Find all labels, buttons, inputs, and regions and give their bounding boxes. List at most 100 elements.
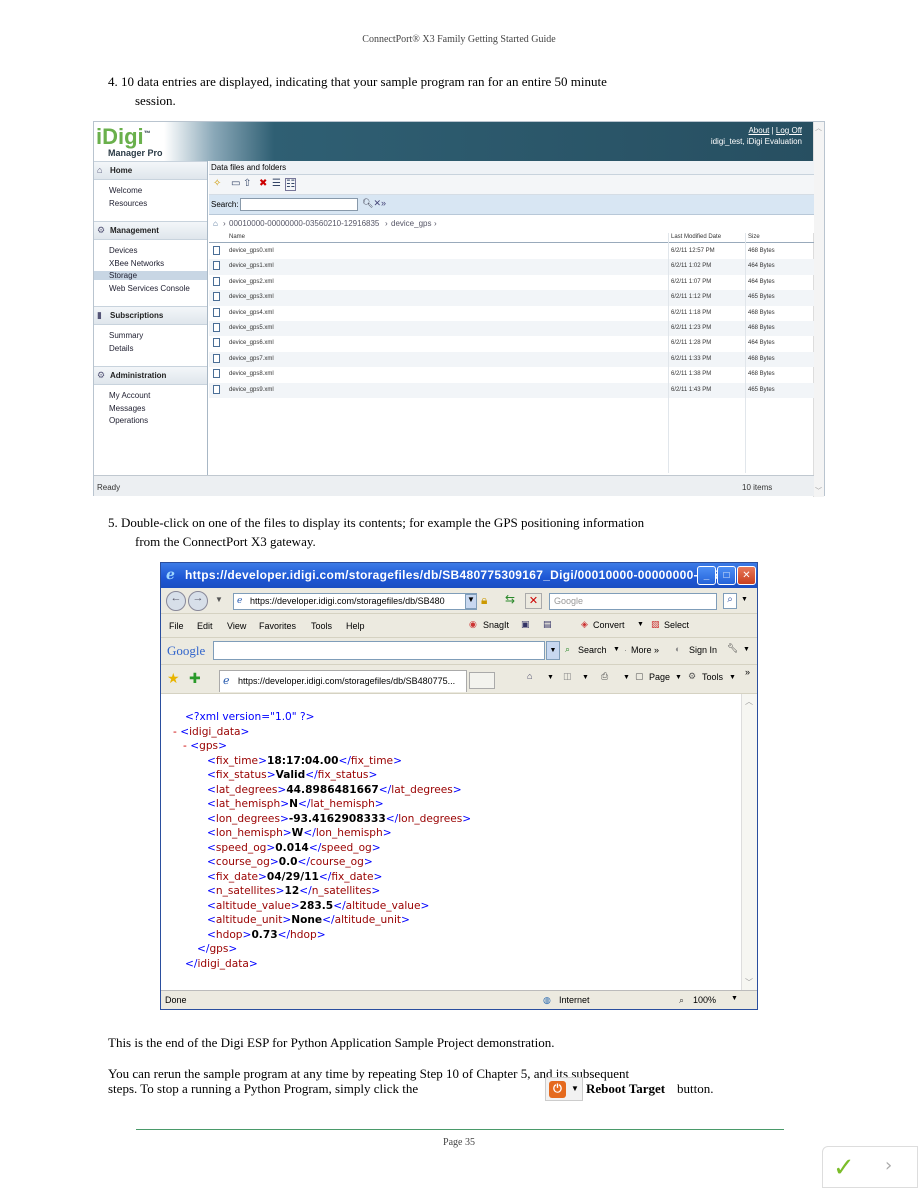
stop-icon[interactable]: ✕ xyxy=(525,593,542,609)
sidebar-section-management[interactable]: ⚙ Management xyxy=(94,221,207,240)
forward-button[interactable]: → xyxy=(188,591,208,611)
print-icon[interactable]: ⎙ xyxy=(601,671,608,682)
table-row[interactable]: device_gps0.xml 6/2/11 12:57 PM 468 Bytes xyxy=(209,244,814,259)
sign-in-button[interactable]: Sign In xyxy=(689,645,717,655)
print-dropdown-icon[interactable]: ▼ xyxy=(623,674,630,681)
menu-help[interactable]: Help xyxy=(346,621,365,631)
sidebar-section-home[interactable]: ⌂ Home xyxy=(94,161,207,180)
address-dropdown-icon[interactable]: ▼ xyxy=(465,594,477,609)
sidebar-item-resources[interactable]: Resources xyxy=(109,199,147,208)
google-toolbar: Google ▼ ⌕ Search ▼ · More » ◐ Sign In 🔧… xyxy=(161,638,757,665)
convert-dropdown-icon[interactable]: ▼ xyxy=(637,621,644,628)
table-row[interactable]: device_gps7.xml 6/2/11 1:33 PM 468 Bytes xyxy=(209,351,814,368)
table-row[interactable]: device_gps2.xml 6/2/11 1:07 PM 464 Bytes xyxy=(209,275,814,290)
browser-tab[interactable]: ℯ https://developer.idigi.com/storagefile… xyxy=(219,670,467,692)
menu-edit[interactable]: Edit xyxy=(197,621,213,631)
detail-view-icon[interactable]: ☷ xyxy=(285,178,296,191)
rerun-text-tail: button. xyxy=(677,1081,714,1096)
sidebar-item-web-services-console[interactable]: Web Services Console xyxy=(109,284,190,293)
chevron-right-icon[interactable]: » xyxy=(745,667,750,677)
column-last-modified[interactable]: Last Modified Date xyxy=(671,234,721,240)
table-row[interactable]: device_gps4.xml 6/2/11 1:18 PM 468 Bytes xyxy=(209,306,814,321)
maximize-button[interactable]: □ xyxy=(717,566,736,585)
back-button[interactable]: ← xyxy=(166,591,186,611)
convert-button[interactable]: Convert xyxy=(593,620,625,630)
table-row[interactable]: device_gps3.xml 6/2/11 1:12 PM 465 Bytes xyxy=(209,290,814,306)
zoom-dropdown-icon[interactable]: ▼ xyxy=(731,995,738,1002)
table-row[interactable]: device_gps1.xml 6/2/11 1:02 PM 464 Bytes xyxy=(209,259,814,275)
settings-dropdown-icon[interactable]: ▼ xyxy=(743,646,750,653)
sidebar-item-my-account[interactable]: My Account xyxy=(109,391,150,400)
menu-file[interactable]: File xyxy=(169,621,184,631)
column-size[interactable]: Size xyxy=(748,234,760,240)
sidebar-section-subscriptions[interactable]: ▮ Subscriptions xyxy=(94,306,207,325)
minimize-button[interactable]: _ xyxy=(697,566,716,585)
zoom-level[interactable]: 100% xyxy=(693,995,716,1005)
home-icon[interactable]: ⌂ xyxy=(527,671,532,681)
new-folder-icon[interactable]: ✧ xyxy=(213,178,221,189)
end-text: This is the end of the Digi ESP for Pyth… xyxy=(108,1035,555,1050)
clipboard-icon[interactable]: ▤ xyxy=(543,619,552,630)
add-favorites-icon[interactable]: ✚ xyxy=(189,670,201,687)
export-icon[interactable]: ⇧ xyxy=(243,178,251,189)
page-dropdown-icon[interactable]: ▼ xyxy=(675,674,682,681)
close-button[interactable]: ✕ xyxy=(737,566,756,585)
sidebar-item-operations[interactable]: Operations xyxy=(109,416,148,425)
delete-icon[interactable]: ✖ xyxy=(259,178,267,189)
menu-favorites[interactable]: Favorites xyxy=(259,621,296,631)
capture-icon[interactable]: ▣ xyxy=(521,619,530,630)
search-input[interactable] xyxy=(240,198,358,211)
search-dropdown-icon[interactable]: ▼ xyxy=(741,596,748,603)
google-dropdown-icon[interactable]: ▼ xyxy=(546,641,560,660)
sidebar-item-messages[interactable]: Messages xyxy=(109,404,145,413)
about-link[interactable]: About xyxy=(748,126,769,135)
xml-gps-open[interactable]: - <gps> xyxy=(161,739,471,754)
sidebar-item-welcome[interactable]: Welcome xyxy=(109,186,142,195)
sidebar-item-storage[interactable]: Storage xyxy=(94,271,207,280)
content-scrollbar[interactable]: ︿ ﹀ xyxy=(741,694,757,990)
page-scrollbar[interactable]: ︿ ﹀ xyxy=(813,122,824,497)
sidebar-section-administration[interactable]: ⚙ Administration xyxy=(94,366,207,385)
breadcrumb-folder[interactable]: 00010000-00000000-03560210-12916835 xyxy=(229,219,379,228)
upload-icon[interactable]: ▭ xyxy=(231,178,240,189)
home-icon[interactable]: ⌂ xyxy=(213,219,218,228)
address-input[interactable]: ℯ https://developer.idigi.com/storagefile… xyxy=(233,593,477,610)
log-off-link[interactable]: Log Off xyxy=(776,126,802,135)
list-view-icon[interactable]: ☰ xyxy=(272,178,281,189)
menu-tools[interactable]: Tools xyxy=(311,621,332,631)
table-row[interactable]: device_gps9.xml 6/2/11 1:43 PM 465 Bytes xyxy=(209,382,814,398)
search-menu-icon[interactable]: ▼ xyxy=(613,646,620,653)
more-button[interactable]: More » xyxy=(631,645,659,655)
refresh-icon[interactable]: ⇆ xyxy=(505,592,515,606)
xml-root-open[interactable]: - <idigi_data> xyxy=(161,725,471,740)
wrench-icon[interactable]: 🔧︎ xyxy=(727,643,738,654)
next-page-icon[interactable]: › xyxy=(885,1155,892,1176)
home-dropdown-icon[interactable]: ▼ xyxy=(547,674,554,681)
tools-menu-button[interactable]: Tools xyxy=(702,672,723,682)
sidebar-item-summary[interactable]: Summary xyxy=(109,331,143,340)
sidebar-item-devices[interactable]: Devices xyxy=(109,246,137,255)
feeds-dropdown-icon[interactable]: ▼ xyxy=(582,674,589,681)
tools-dropdown-icon[interactable]: ▼ xyxy=(729,674,736,681)
table-row[interactable]: device_gps5.xml 6/2/11 1:23 PM 468 Bytes xyxy=(209,321,814,337)
new-tab-button[interactable] xyxy=(469,672,495,689)
column-name[interactable]: Name xyxy=(229,234,245,240)
breadcrumb-leaf[interactable]: device_gps xyxy=(391,219,431,228)
search-icon[interactable]: ⌕ xyxy=(723,593,737,609)
sidebar-item-details[interactable]: Details xyxy=(109,344,133,353)
snagit-button[interactable]: SnagIt xyxy=(483,620,509,630)
feeds-icon[interactable]: ◫ xyxy=(563,671,572,682)
google-toolbar-input[interactable] xyxy=(213,641,545,660)
page-menu-button[interactable]: Page xyxy=(649,672,670,682)
sidebar-item-xbee-networks[interactable]: XBee Networks xyxy=(109,259,164,268)
select-button[interactable]: Select xyxy=(664,620,689,630)
google-search-button[interactable]: Search xyxy=(578,645,607,655)
favorites-star-icon[interactable]: ★ xyxy=(167,670,180,687)
search-icon[interactable]: 🔍︎✕» xyxy=(362,198,386,209)
table-row[interactable]: device_gps8.xml 6/2/11 1:38 PM 468 Bytes xyxy=(209,367,814,382)
menu-view[interactable]: View xyxy=(227,621,246,631)
table-row[interactable]: device_gps6.xml 6/2/11 1:28 PM 464 Bytes xyxy=(209,336,814,351)
lock-icon[interactable]: 🔒︎ xyxy=(481,593,487,608)
google-search-input[interactable]: Google xyxy=(549,593,717,610)
history-dropdown-icon[interactable]: ▼ xyxy=(215,595,223,604)
